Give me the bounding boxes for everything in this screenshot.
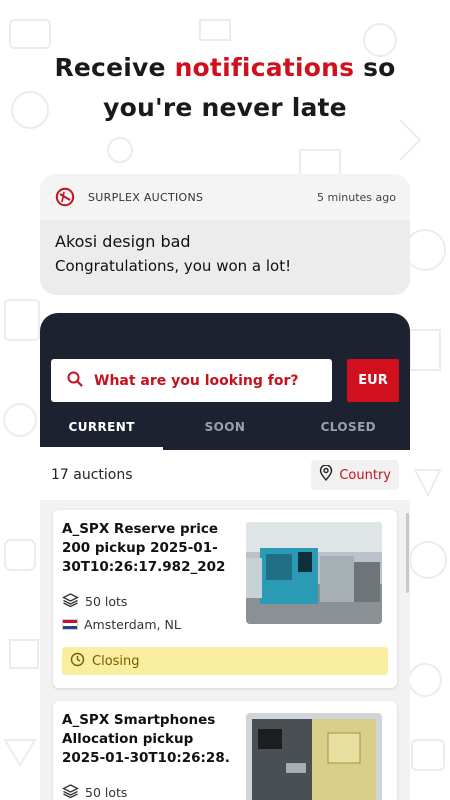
headline-line-2: you're never late: [103, 93, 347, 122]
auction-image: [246, 522, 382, 624]
tab-current[interactable]: CURRENT: [40, 411, 164, 450]
auction-location: Amsterdam, NL: [84, 617, 181, 632]
notification-app-name: SURPLEX AUCTIONS: [88, 190, 204, 204]
notification-body: Akosi design bad Congratulations, you wo…: [40, 220, 410, 275]
notification-card[interactable]: SURPLEX AUCTIONS 5 minutes ago Akosi des…: [40, 174, 410, 295]
search-icon: [67, 371, 83, 391]
app-header: What are you looking for? EUR CURRENT SO…: [40, 313, 410, 450]
status-badge: Closing: [62, 647, 388, 675]
auction-image: [246, 713, 382, 800]
layers-icon: [62, 592, 79, 611]
tab-closed[interactable]: CLOSED: [287, 411, 410, 450]
auction-card[interactable]: A_SPX Reserve price 200 pickup 2025-01-3…: [53, 510, 397, 688]
layers-icon: [62, 783, 79, 800]
notification-text: Congratulations, you won a lot!: [55, 257, 292, 275]
clock-icon: [70, 652, 85, 671]
headline-accent: notifications: [174, 53, 355, 82]
notification-header: SURPLEX AUCTIONS 5 minutes ago: [40, 174, 410, 220]
tab-soon[interactable]: SOON: [163, 411, 286, 450]
results-bar: 17 auctions Country: [40, 450, 410, 500]
lots-count: 50 lots: [85, 785, 128, 800]
lots-info: 50 lots: [62, 592, 127, 611]
notification-time: 5 minutes ago: [317, 190, 396, 204]
country-filter-button[interactable]: Country: [311, 460, 399, 490]
headline-post: so: [354, 53, 396, 82]
currency-button[interactable]: EUR: [347, 359, 399, 402]
status-label: Closing: [92, 653, 140, 669]
headline: Receive notifications so you're never la…: [0, 48, 450, 128]
country-filter-label: Country: [339, 467, 391, 483]
auction-count: 17 auctions: [51, 467, 133, 483]
search-placeholder: What are you looking for?: [94, 372, 299, 389]
notification-title: Akosi design bad: [55, 232, 191, 251]
auction-title: A_SPX Smartphones Allocation pickup 2025…: [62, 712, 230, 766]
headline-pre: Receive: [54, 53, 175, 82]
app-screen: What are you looking for? EUR CURRENT SO…: [40, 313, 410, 800]
lots-info: 50 lots: [62, 783, 127, 800]
location-info: Amsterdam, NL: [62, 617, 181, 632]
auction-title: A_SPX Reserve price 200 pickup 2025-01-3…: [62, 521, 226, 575]
search-input[interactable]: What are you looking for?: [51, 359, 332, 402]
location-pin-icon: [319, 464, 333, 485]
auction-tabs: CURRENT SOON CLOSED: [40, 411, 410, 450]
surplex-app-icon: [54, 186, 76, 208]
auction-list: A_SPX Reserve price 200 pickup 2025-01-3…: [40, 500, 410, 800]
auction-card[interactable]: A_SPX Smartphones Allocation pickup 2025…: [53, 701, 397, 800]
lots-count: 50 lots: [85, 594, 128, 609]
scrollbar[interactable]: [406, 513, 409, 593]
headline-line-1: Receive notifications so: [0, 48, 450, 88]
netherlands-flag-icon: [62, 619, 78, 630]
